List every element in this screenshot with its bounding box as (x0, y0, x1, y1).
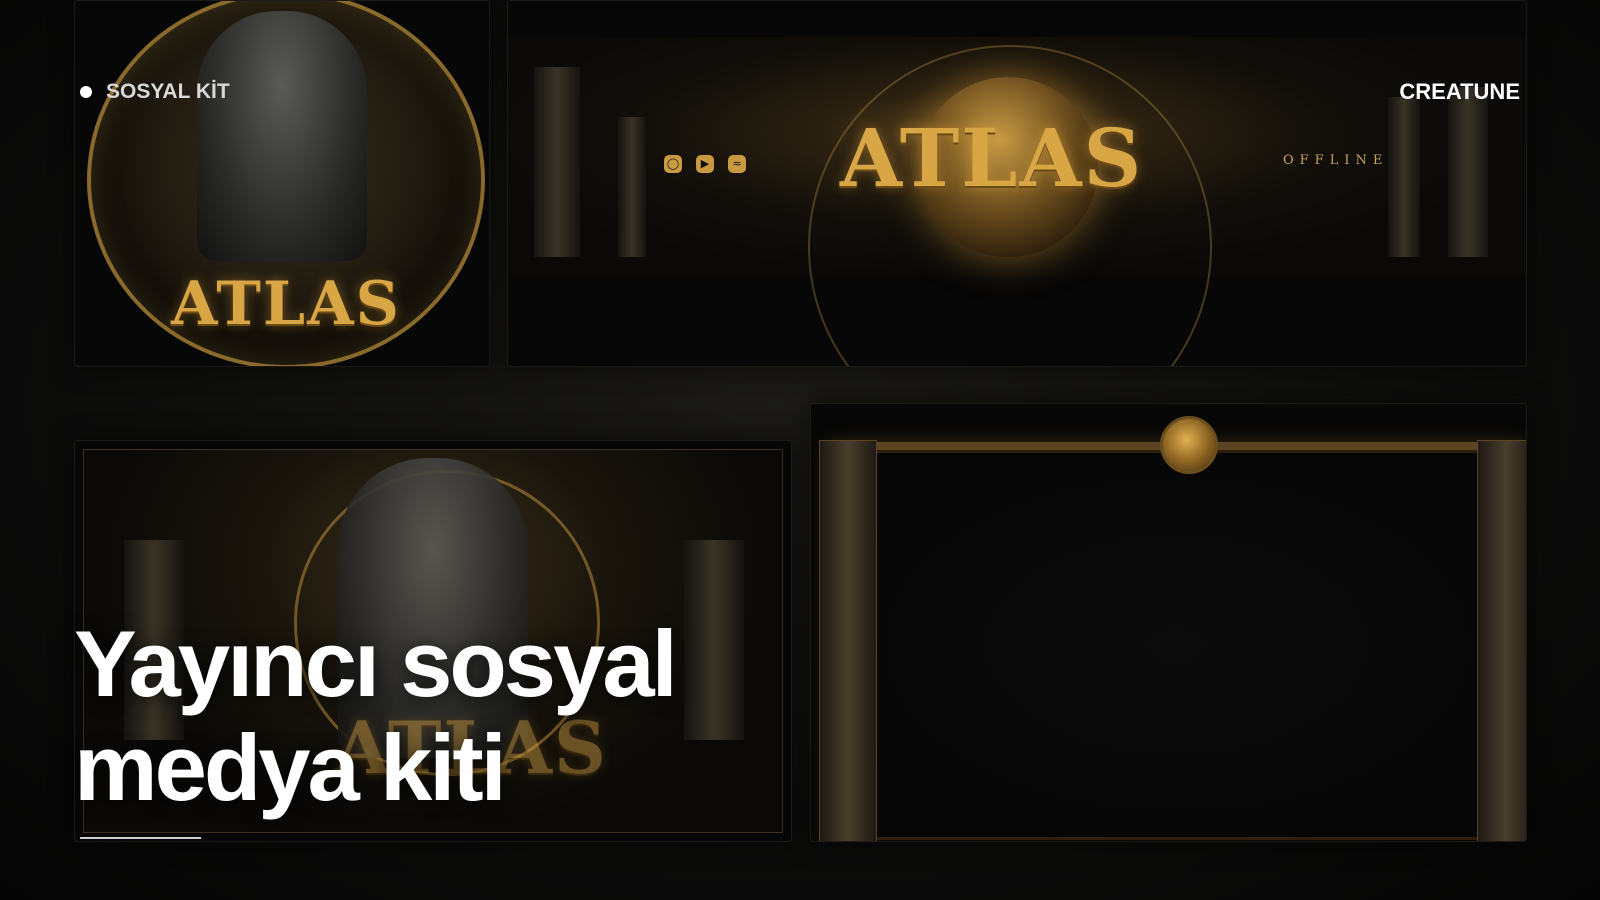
left-column (534, 67, 580, 257)
banner-logo-text: ATLAS (840, 111, 1144, 205)
frame-left-column (819, 440, 877, 841)
bullet-dot-icon (80, 86, 92, 98)
stream-frame-overlay (819, 416, 1526, 841)
brand-name: CREATUNE (1399, 79, 1520, 104)
frame-right-column (1477, 440, 1526, 841)
section-tag: SOSYAL KİT (80, 80, 230, 104)
instagram-icon: ◯ (664, 155, 682, 173)
right-column-2 (1448, 87, 1488, 257)
banner-social-icons: ◯ ▶ ≈ (664, 155, 746, 173)
stream-frame-panel (810, 403, 1527, 842)
avatar-preview-panel: ATLAS (74, 0, 490, 367)
spotify-icon: ≈ (728, 155, 746, 173)
banner-preview-panel: ◯ ▶ ≈ ATLAS OFFLINE (507, 0, 1527, 367)
page-title-line-1: Yayıncı sosyal (74, 611, 678, 716)
banner-status-text: OFFLINE (1283, 153, 1389, 168)
left-column-2 (618, 117, 646, 257)
warrior-figure (197, 11, 367, 261)
title-underline (80, 837, 201, 839)
right-temple (684, 540, 744, 740)
avatar-logo-text: ATLAS (171, 269, 401, 339)
right-column (1388, 97, 1420, 257)
page-title: Yayıncı sosyal medya kiti (74, 611, 678, 820)
youtube-icon: ▶ (696, 155, 714, 173)
page-title-line-2: medya kiti (74, 715, 507, 820)
globe-medallion-icon (1160, 416, 1218, 474)
section-tag-label: SOSYAL KİT (106, 80, 230, 103)
